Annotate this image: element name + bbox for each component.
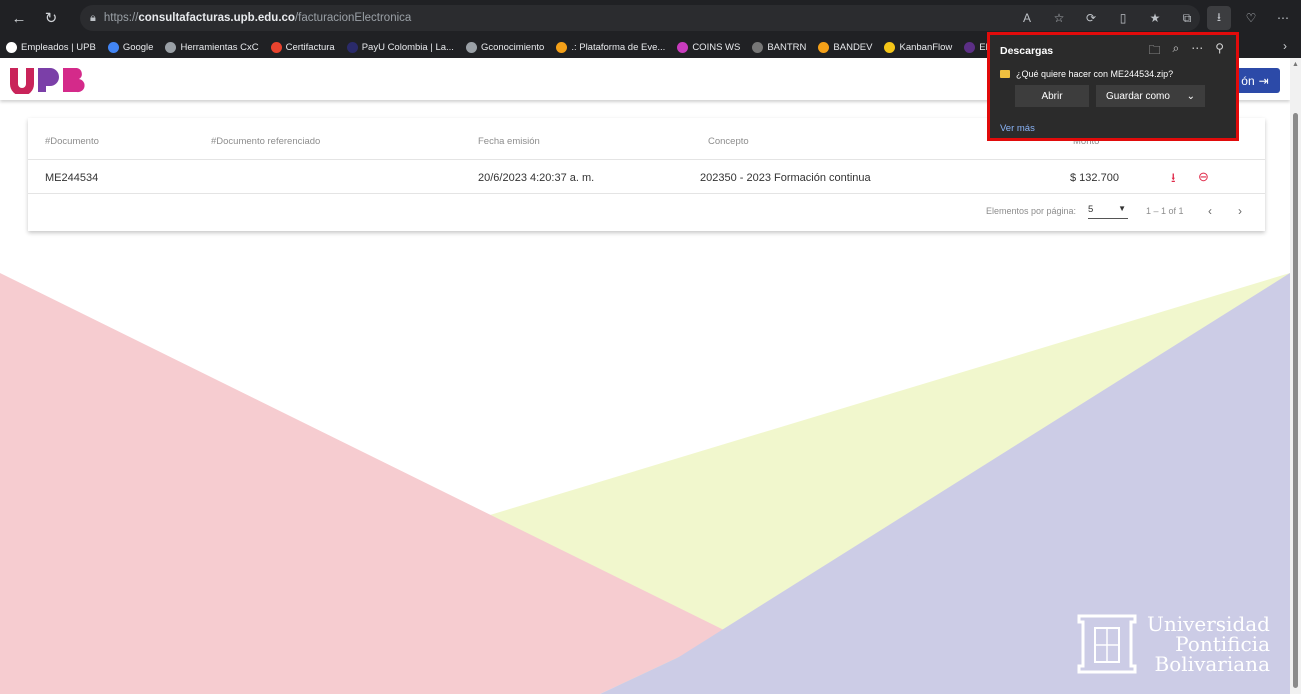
bookmark-label: BANTRN [767,41,807,53]
bookmark-label: Certifactura [285,41,335,53]
scrollbar[interactable]: ▲ [1290,58,1301,694]
bookmark-item[interactable]: .: Plataforma de Eve... [556,41,666,53]
chevron-down-icon: ▼ [1118,204,1126,213]
bookmark-icon [964,41,976,53]
bookmark-label: KanbanFlow [899,41,953,53]
header-documento[interactable]: #Documento [45,136,99,147]
see-more-link[interactable]: Ver más [1000,123,1035,134]
divider [28,159,1265,160]
bookmarks-overflow-icon[interactable]: › [1283,39,1287,53]
crest-line3: Bolivariana [1154,652,1270,676]
cell-documento: ME244534 [45,172,99,184]
header-concepto[interactable]: Concepto [708,136,749,147]
bookmark-icon [465,41,477,53]
bookmark-label: COINS WS [692,41,741,53]
page-size-select[interactable]: 5 ▼ [1088,204,1128,219]
folder-icon [1000,70,1010,78]
header-referenciado[interactable]: #Documento referenciado [211,136,320,147]
back-icon[interactable]: ← [6,5,32,31]
bookmark-item[interactable]: KanbanFlow [884,41,953,53]
page-size-value: 5 [1088,204,1094,215]
bookmark-icon [818,41,830,53]
bookmark-icon [107,41,119,53]
url-protocol: https:// [103,12,139,24]
download-question: ¿Qué quiere hacer con ME244534.zip? [1016,69,1174,79]
divider [28,193,1265,194]
downloads-icon[interactable]: ⭳ [1207,6,1231,30]
url-host: consultafacturas.upb.edu.co [138,12,295,24]
paginator-range: 1 – 1 of 1 [1146,206,1184,216]
split-screen-icon[interactable]: ▯ [1111,6,1135,30]
bookmark-item[interactable]: Empleados | UPB [6,41,96,53]
url-path: /facturacionElectronica [294,12,412,24]
refresh-icon[interactable]: ↻ [38,5,64,31]
crest-icon [1077,614,1137,674]
open-button[interactable]: Abrir [1015,85,1089,107]
scroll-thumb[interactable] [1293,113,1298,688]
favorite-star-icon[interactable]: ☆ [1047,6,1071,30]
favorites-icon[interactable]: ★ [1143,6,1167,30]
crest-line1: Universidad [1146,612,1270,636]
page-content: ón ⇥ #Documento #Documento referenciado … [0,58,1290,694]
bookmark-label: Empleados | UPB [21,41,96,53]
logout-icon: ⇥ [1258,73,1269,88]
bookmark-label: .: Plataforma de Eve... [571,41,666,53]
bookmark-icon [165,41,177,53]
bookmark-icon [752,41,764,53]
pin-icon[interactable]: ⚲ [1215,41,1224,62]
bookmark-item[interactable]: Certifactura [270,41,335,53]
bookmark-label: BANDEV [833,41,873,53]
logout-label: ón [1241,73,1255,88]
downloads-title: Descargas [1000,45,1054,57]
prev-page-icon[interactable]: ‹ [1208,204,1212,218]
collections-icon[interactable]: ⧉ [1175,6,1199,30]
bookmark-label: Gconocimiento [480,41,545,53]
university-crest: Universidad Pontificia Bolivariana [1075,608,1270,680]
save-as-button[interactable]: Guardar como ⌄ [1096,85,1205,107]
bookmark-item[interactable]: Herramientas CxC [165,41,259,53]
cell-monto: $ 132.700 [1070,172,1119,184]
bookmark-icon [556,41,568,53]
link-icon[interactable]: ⊖ [1198,169,1209,185]
bookmark-icon [346,41,358,53]
scroll-up-icon[interactable]: ▲ [1292,61,1299,68]
cell-concepto: 202350 - 2023 Formación continua [700,172,871,184]
open-folder-icon[interactable]: 🗀︎ [1148,41,1160,62]
crest-line2: Pontificia [1175,632,1270,656]
bookmark-item[interactable]: Gconocimiento [465,41,545,53]
cell-fecha: 20/6/2023 4:20:37 a. m. [478,172,595,184]
next-page-icon[interactable]: › [1238,204,1242,218]
copilot-icon[interactable]: ♡ [1239,6,1263,30]
bookmark-icon [270,41,282,53]
more-options-icon[interactable]: ⋯ [1191,41,1203,62]
bookmark-label: Google [122,41,154,53]
upb-logo[interactable] [8,64,90,94]
bookmark-item[interactable]: PayU Colombia | La... [346,41,454,53]
downloads-panel: Descargas 🗀︎ ⌕ ⋯ ⚲ ¿Qué quiere hacer con… [987,32,1239,141]
lock-icon: 🔒︎ [90,11,96,24]
bookmark-item[interactable]: Google [107,41,154,53]
bookmark-icon [677,41,689,53]
bookmark-icon [884,41,896,53]
read-aloud-icon[interactable]: A [1015,6,1039,30]
search-icon[interactable]: ⌕ [1172,41,1179,62]
bookmark-label: PayU Colombia | La... [361,41,454,53]
chevron-down-icon[interactable]: ⌄ [1187,91,1195,102]
save-as-label: Guardar como [1106,90,1170,102]
paginator-label: Elementos por página: [986,206,1077,216]
extensions-icon[interactable]: ⟳ [1079,6,1103,30]
header-fecha[interactable]: Fecha emisión [478,136,540,147]
browser-toolbar: ← ↻ 🔒︎ https:// consultafacturas.upb.edu… [0,0,1301,36]
bookmark-icon [6,41,17,53]
bookmark-item[interactable]: COINS WS [677,41,741,53]
more-icon[interactable]: ⋯ [1271,6,1295,30]
download-icon[interactable]: ⭳ [1171,169,1176,191]
bookmark-item[interactable]: BANDEV [818,41,873,53]
bookmark-label: Herramientas CxC [180,41,259,53]
bookmark-item[interactable]: BANTRN [752,41,807,53]
